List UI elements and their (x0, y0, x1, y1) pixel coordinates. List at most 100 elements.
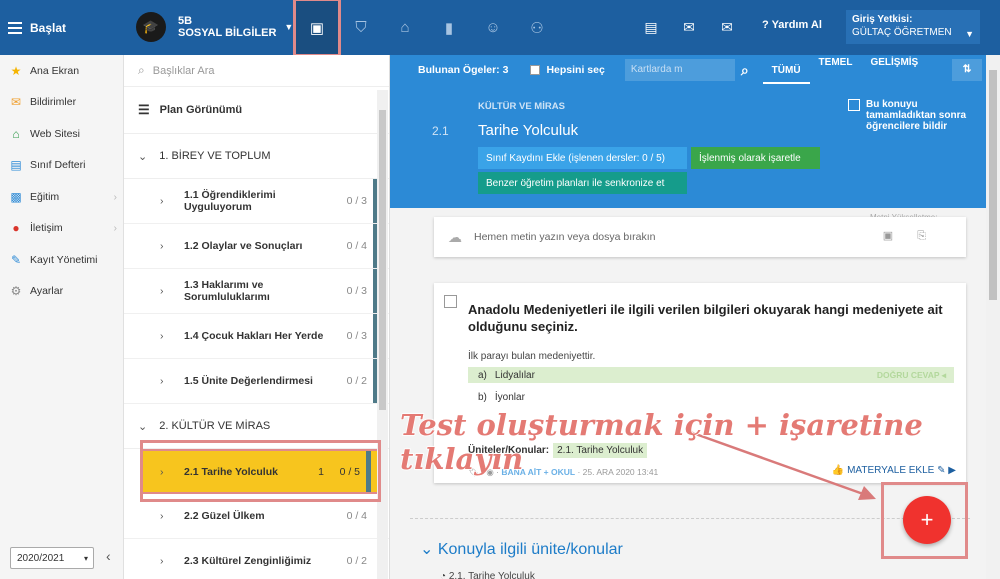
auth-title: Giriş Yetkisi: (852, 14, 913, 25)
shield-icon[interactable]: ⛉ (339, 0, 383, 55)
utility-icons: ▤ ✉ ✉ (632, 0, 746, 55)
cloud-upload-icon: ☁ (448, 228, 462, 245)
sidebar-item-label: Ana Ekran (30, 64, 80, 77)
mail-icon[interactable]: ✉ (708, 19, 746, 36)
topic-label: 1.4 Çocuk Hakları Her Yerde (184, 330, 324, 342)
add-test-button[interactable]: + (903, 496, 951, 544)
sidebar-item-label: Kayıt Yönetimi (30, 253, 98, 266)
scroll-thumb[interactable] (379, 110, 386, 410)
bar-chart-icon[interactable]: ▮ (427, 0, 471, 55)
option-letter: a) (478, 369, 487, 381)
topic-label: 1.3 Haklarımı ve Sorumluluklarımı (184, 279, 270, 303)
sidebar-item-notifications[interactable]: ✉ Bildirimler (0, 87, 123, 119)
unit-row[interactable]: ⌄ 1. BİREY VE TOPLUM (124, 134, 389, 179)
walking-icon[interactable]: ⚇ (515, 0, 559, 55)
topic-row[interactable]: › 1.5 Ünite Değerlendirmesi 0 / 2 (124, 359, 389, 404)
plan-view-toggle[interactable]: ☰ Plan Görünümü (124, 87, 389, 134)
search-icon[interactable]: ⌕ (741, 62, 749, 79)
found-count: Bulunan Ögeler: 3 (418, 64, 509, 76)
briefcase-icon[interactable]: ▣ (293, 0, 341, 57)
sidebar-item-classbook[interactable]: ▤ Sınıf Defteri (0, 150, 123, 182)
envelope-icon: ✉ (10, 95, 22, 110)
question-checkbox[interactable] (444, 295, 457, 308)
sidebar-item-home[interactable]: ★ Ana Ekran (0, 55, 123, 87)
start-label: Başlat (30, 20, 67, 35)
topic-count: 0 / 3 (346, 330, 367, 342)
topic-label: 1.5 Ünite Değerlendirmesi (184, 375, 313, 387)
topic-row[interactable]: › 1.1 Öğrendiklerimi Uyguluyorum 0 / 3 (124, 179, 389, 224)
topic-label: 1.1 Öğrendiklerimi Uyguluyorum (184, 189, 276, 213)
start-menu-button[interactable]: Başlat (0, 0, 124, 55)
tab-all[interactable]: TÜMÜ (762, 65, 810, 84)
related-topic-item[interactable]: ◔ 2.1. Tarihe Yolculuk (440, 571, 535, 579)
star-icon: ★ (10, 63, 22, 78)
question-statement: İlk parayı bulan medeniyettir. (468, 351, 596, 362)
sidebar-item-website[interactable]: ⌂ Web Sitesi (0, 118, 123, 150)
correct-answer-label: DOĞRU CEVAP ◂ (876, 369, 946, 380)
authorization-selector[interactable]: Giriş Yetkisi: GÜLTAÇ ÖĞRETMEN ▼ (846, 10, 980, 44)
year-select[interactable]: 2020/2021 ▾ (10, 547, 94, 569)
attachment-icons[interactable]: ▣⎘ (883, 229, 950, 243)
page-scrollbar[interactable] (986, 55, 1000, 579)
unit-label: 1. BİREY VE TOPLUM (159, 150, 271, 162)
sidebar-item-label: İletişim (30, 222, 63, 235)
answer-option: b) İyonlar (468, 389, 954, 405)
sync-plans-button[interactable]: Benzer öğretim planları ile senkronize e… (478, 172, 687, 194)
topic-label: 2.2 Güzel Ülkem (184, 510, 265, 522)
topic-row[interactable]: › 1.3 Haklarımı ve Sorumluluklarımı 0 / 3 (124, 269, 389, 314)
module-nav: ▣ ⛉ ⌂ ▮ ☺ ⚇ (293, 0, 559, 57)
answer-option-correct: a) Lidyalılar DOĞRU CEVAP ◂ (468, 367, 954, 383)
presentation-icon[interactable]: ▤ (632, 19, 670, 36)
topic-row[interactable]: › 1.2 Olaylar ve Sonuçları 0 / 4 (124, 224, 389, 269)
add-class-record-button[interactable]: Sınıf Kaydını Ekle (işlenen dersler: 0 /… (478, 147, 687, 169)
topic-count: 0 / 4 (346, 510, 367, 522)
topic-count: 0 / 4 (346, 240, 367, 252)
collapse-sidebar-icon[interactable]: ‹ (106, 548, 111, 564)
filter-bar: Bulunan Ögeler: 3 Hepsini seç Kartlarda … (390, 55, 986, 85)
chevron-down-icon: ▾ (83, 553, 88, 563)
related-topics-title[interactable]: ⌄ Konuyla ilgili ünite/konular (420, 539, 623, 559)
chevron-right-icon: › (113, 190, 118, 203)
class-selector[interactable]: 🎓 5B SOSYAL BİLGİLER ▼ (136, 12, 293, 42)
list-icon: ☰ (138, 102, 150, 117)
top-bar: Başlat 🎓 5B SOSYAL BİLGİLER ▼ ▣ ⛉ ⌂ ▮ ☺ … (0, 0, 1000, 57)
class-badge: 5B (178, 15, 193, 27)
sidebar-item-registration[interactable]: ✎ Kayıt Yönetimi (0, 244, 123, 276)
topic-label: 1.2 Olaylar ve Sonuçları (184, 240, 303, 252)
unit-category: KÜLTÜR VE MİRAS (478, 101, 565, 112)
notify-students-toggle[interactable]: Bu konuyu tamamladıktan sonra öğrenciler… (848, 99, 978, 132)
tab-advanced[interactable]: GELİŞMİŞ (861, 57, 927, 84)
topic-count: 0 / 2 (346, 375, 367, 387)
mark-as-done-button[interactable]: İşlenmiş olarak işaretle (691, 147, 820, 169)
chat-icon[interactable]: ✉ (670, 19, 708, 36)
caret-down-icon: ▼ (965, 29, 974, 39)
sidebar-item-communication[interactable]: ● İletişim › (0, 213, 123, 245)
auth-value: GÜLTAÇ ÖĞRETMEN (852, 27, 952, 38)
smile-icon[interactable]: ☺ (471, 0, 515, 55)
plan-view-label: Plan Görünümü (159, 104, 243, 116)
page-scroll-thumb[interactable] (989, 70, 997, 300)
plan-scrollbar[interactable] (377, 90, 388, 579)
question-text: Anadolu Medeniyetleri ile ilgili verilen… (468, 302, 943, 334)
cards-search-input[interactable]: Kartlarda m (624, 59, 735, 81)
institution-icon[interactable]: ⌂ (383, 0, 427, 55)
sidebar-item-education[interactable]: ▩ Eğitim › (0, 181, 123, 213)
chevron-right-icon: › (113, 222, 118, 235)
notify-checkbox[interactable] (848, 99, 860, 111)
topic-row[interactable]: › 1.4 Çocuk Hakları Her Yerde 0 / 3 (124, 314, 389, 359)
sidebar-item-settings[interactable]: ⚙ Ayarlar (0, 276, 123, 308)
sort-icon[interactable]: ⇅ (952, 59, 982, 81)
topic-row[interactable]: › 2.3 Kültürel Zenginliğimiz 0 / 2 (124, 539, 389, 579)
app-window: Başlat 🎓 5B SOSYAL BİLGİLER ▼ ▣ ⛉ ⌂ ▮ ☺ … (0, 0, 1000, 579)
highlight-frame-topic (140, 440, 381, 502)
sidebar-item-label: Eğitim (30, 190, 60, 203)
notify-label: Bu konuyu tamamladıktan sonra öğrenciler… (866, 99, 967, 132)
select-all-checkbox[interactable] (530, 65, 541, 75)
help-button[interactable]: ? Yardım Al (762, 19, 822, 31)
sidebar-item-label: Web Sitesi (30, 127, 80, 140)
topic-search-input[interactable]: ⌕ Başlıklar Ara (124, 55, 389, 87)
topic-header: Bulunan Ögeler: 3 Hepsini seç Kartlarda … (390, 55, 986, 208)
tab-basic[interactable]: TEMEL (810, 57, 862, 84)
sidebar: ★ Ana Ekran ✉ Bildirimler ⌂ Web Sitesi ▤ Sın… (0, 55, 124, 579)
upload-box[interactable]: ☁ Hemen metin yazın veya dosya bırakın ▣… (434, 217, 966, 257)
